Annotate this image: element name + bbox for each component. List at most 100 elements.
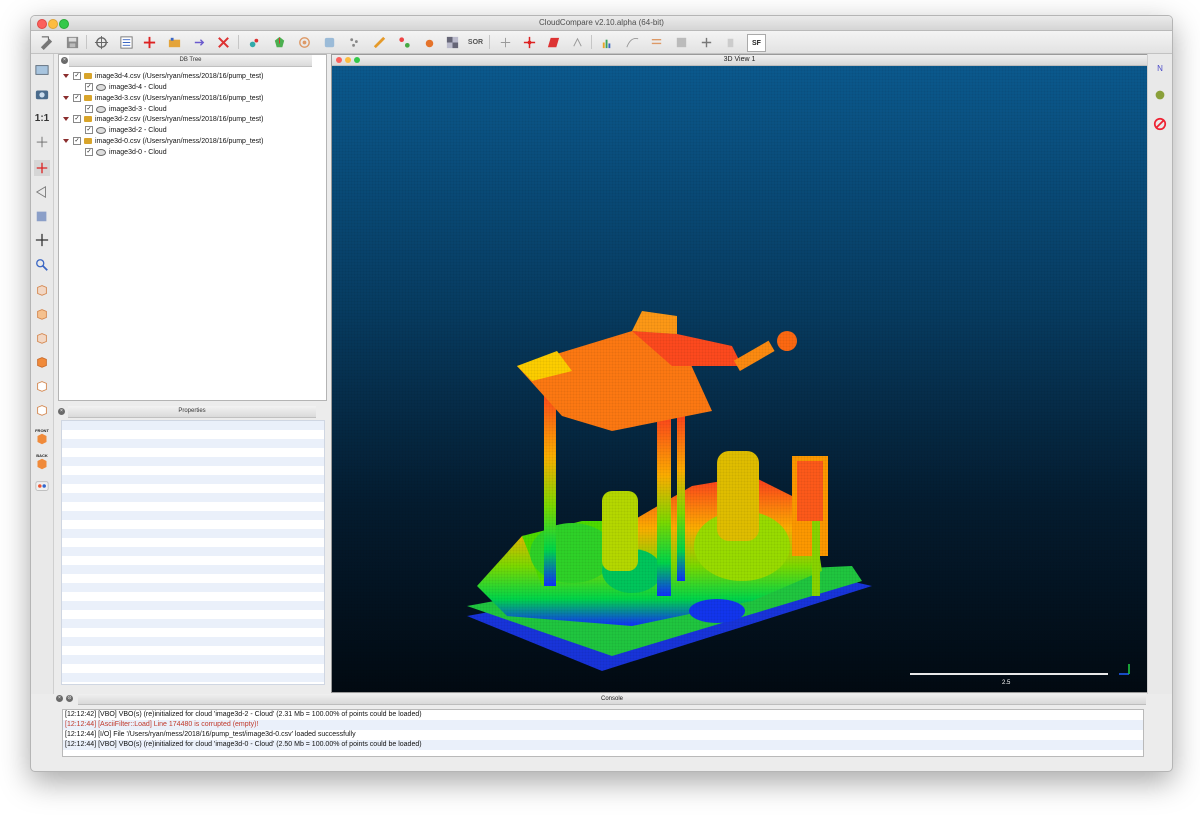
- view-close-button[interactable]: [336, 57, 342, 63]
- expand-arrow-icon[interactable]: [63, 74, 69, 79]
- visibility-checkbox[interactable]: ✓: [85, 83, 93, 92]
- curve-icon[interactable]: [624, 34, 641, 50]
- sf-filter-icon[interactable]: [673, 34, 690, 50]
- sor-filter-icon[interactable]: SOR: [467, 34, 484, 50]
- console-log[interactable]: [12:12:42] [VBO] VBO(s) (re)initialized …: [62, 709, 1144, 757]
- pivot-icon[interactable]: [34, 160, 50, 176]
- console-line: [12:12:44] [I/O] File '/Users/ryan/mess/…: [65, 731, 356, 738]
- properties-panel: × Properties: [58, 406, 328, 688]
- view-minimize-button[interactable]: [345, 57, 351, 63]
- properties-title: Properties: [68, 406, 316, 418]
- segment-icon[interactable]: [545, 34, 562, 50]
- shape-icon[interactable]: [421, 34, 438, 50]
- sample-points-icon[interactable]: [246, 34, 263, 50]
- tree-item-file[interactable]: ✓ image3d-2.csv (/Users/ryan/mess/2018/16…: [63, 115, 263, 125]
- visibility-checkbox[interactable]: ✓: [85, 105, 93, 114]
- tree-item-file[interactable]: ✓ image3d-0.csv (/Users/ryan/mess/2018/16…: [63, 137, 263, 147]
- label-icon[interactable]: [569, 34, 586, 50]
- close-window-button[interactable]: [37, 19, 47, 29]
- sf-operations-icon[interactable]: [648, 34, 665, 50]
- console-line-error: [12:12:44] [AsciiFilter::Load] Line 1744…: [63, 720, 1143, 730]
- folder-icon: [84, 95, 92, 102]
- no-entry-icon[interactable]: [1152, 116, 1168, 132]
- perspective-icon[interactable]: [34, 184, 50, 200]
- 3d-viewport[interactable]: 2.5: [332, 66, 1147, 692]
- expand-arrow-icon[interactable]: [63, 117, 69, 122]
- subsample-icon[interactable]: [321, 34, 338, 50]
- save-icon[interactable]: [64, 34, 81, 50]
- visibility-checkbox[interactable]: ✓: [73, 137, 81, 146]
- fullscreen-icon[interactable]: [34, 62, 50, 78]
- 3d-view-window: 3D View 1 2.5: [331, 54, 1148, 693]
- list-icon[interactable]: [118, 34, 135, 50]
- front-view-icon[interactable]: [34, 306, 50, 322]
- tree-item-cloud[interactable]: ✓ image3d-0 - Cloud: [85, 148, 167, 158]
- db-tree-title: DB Tree: [69, 55, 312, 67]
- right-view-icon[interactable]: [34, 378, 50, 394]
- open-icon[interactable]: [38, 34, 55, 50]
- cloud-icon: [96, 83, 106, 91]
- cloud-cloud-distance-icon[interactable]: [396, 34, 413, 50]
- tree-item-file[interactable]: ✓ image3d-3.csv (/Users/ryan/mess/2018/16…: [63, 94, 263, 104]
- properties-close-icon[interactable]: ×: [58, 408, 65, 415]
- merge-icon[interactable]: [166, 34, 183, 50]
- add-sf-icon[interactable]: [698, 34, 715, 50]
- back-view-icon[interactable]: [34, 354, 50, 370]
- visibility-checkbox[interactable]: ✓: [73, 115, 81, 124]
- console-close-icon[interactable]: ×: [56, 695, 63, 702]
- main-toolbar: SOR SF: [31, 31, 1172, 54]
- checkerboard-icon[interactable]: [444, 34, 461, 50]
- noise-filter-icon[interactable]: [346, 34, 363, 50]
- point-cloud: [332, 66, 1147, 692]
- cloud-icon: [96, 126, 106, 134]
- delete-icon[interactable]: [215, 34, 232, 50]
- compute-normals-icon[interactable]: [271, 34, 288, 50]
- delete-sf-icon[interactable]: [722, 34, 739, 50]
- tree-item-cloud[interactable]: ✓ image3d-4 - Cloud: [85, 83, 167, 93]
- north-icon[interactable]: N: [1152, 60, 1168, 76]
- top-view-icon[interactable]: [34, 282, 50, 298]
- expand-arrow-icon[interactable]: [63, 96, 69, 101]
- sphere-icon[interactable]: [1152, 87, 1168, 103]
- gradient-icon[interactable]: [371, 34, 388, 50]
- folder-icon: [84, 116, 92, 123]
- view-toolbar: 1:1 FRONT BACK: [31, 54, 54, 694]
- bottom-view-icon[interactable]: [34, 402, 50, 418]
- stereo-icon[interactable]: [34, 478, 50, 494]
- console-title: Console: [78, 694, 1146, 705]
- sf-icon[interactable]: SF: [747, 34, 766, 52]
- back-iso-icon[interactable]: BACK: [34, 451, 50, 471]
- db-tree-close-icon[interactable]: ×: [61, 57, 68, 64]
- ratio-label: 1:1: [34, 112, 50, 124]
- pan-icon[interactable]: [34, 232, 50, 248]
- left-view-icon[interactable]: [34, 330, 50, 346]
- pick-rotation-center-icon[interactable]: [93, 34, 110, 50]
- tree-item-cloud[interactable]: ✓ image3d-3 - Cloud: [85, 105, 167, 115]
- light-icon[interactable]: [34, 208, 50, 224]
- point-picking-icon[interactable]: [497, 34, 514, 50]
- visibility-checkbox[interactable]: ✓: [85, 148, 93, 157]
- front-iso-icon[interactable]: FRONT: [34, 426, 50, 446]
- visibility-checkbox[interactable]: ✓: [85, 126, 93, 135]
- translate-rotate-icon[interactable]: [521, 34, 538, 50]
- tree-item-cloud[interactable]: ✓ image3d-2 - Cloud: [85, 126, 167, 136]
- visibility-checkbox[interactable]: ✓: [73, 72, 81, 81]
- expand-arrow-icon[interactable]: [63, 139, 69, 144]
- zoom-1-1-icon[interactable]: 1:1: [34, 110, 50, 126]
- zoom-icon[interactable]: [34, 257, 50, 273]
- octree-icon[interactable]: [296, 34, 313, 50]
- tree-item-file[interactable]: ✓ image3d-4.csv (/Users/ryan/mess/2018/16…: [63, 72, 263, 82]
- histogram-icon[interactable]: [599, 34, 616, 50]
- maximize-window-button[interactable]: [59, 19, 69, 29]
- center-icon[interactable]: [34, 134, 50, 150]
- visibility-checkbox[interactable]: ✓: [73, 94, 81, 103]
- minimize-window-button[interactable]: [48, 19, 58, 29]
- add-point-icon[interactable]: [141, 34, 158, 50]
- view-maximize-button[interactable]: [354, 57, 360, 63]
- file-label: image3d-4.csv (/Users/ryan/mess/2018/16/…: [95, 73, 264, 80]
- title-bar: CloudCompare v2.10.alpha (64-bit): [31, 16, 1172, 31]
- cloud-icon: [96, 105, 106, 113]
- apply-transform-icon[interactable]: [191, 34, 208, 50]
- console-float-icon[interactable]: ⊙: [66, 695, 73, 702]
- camera-icon[interactable]: [34, 86, 50, 102]
